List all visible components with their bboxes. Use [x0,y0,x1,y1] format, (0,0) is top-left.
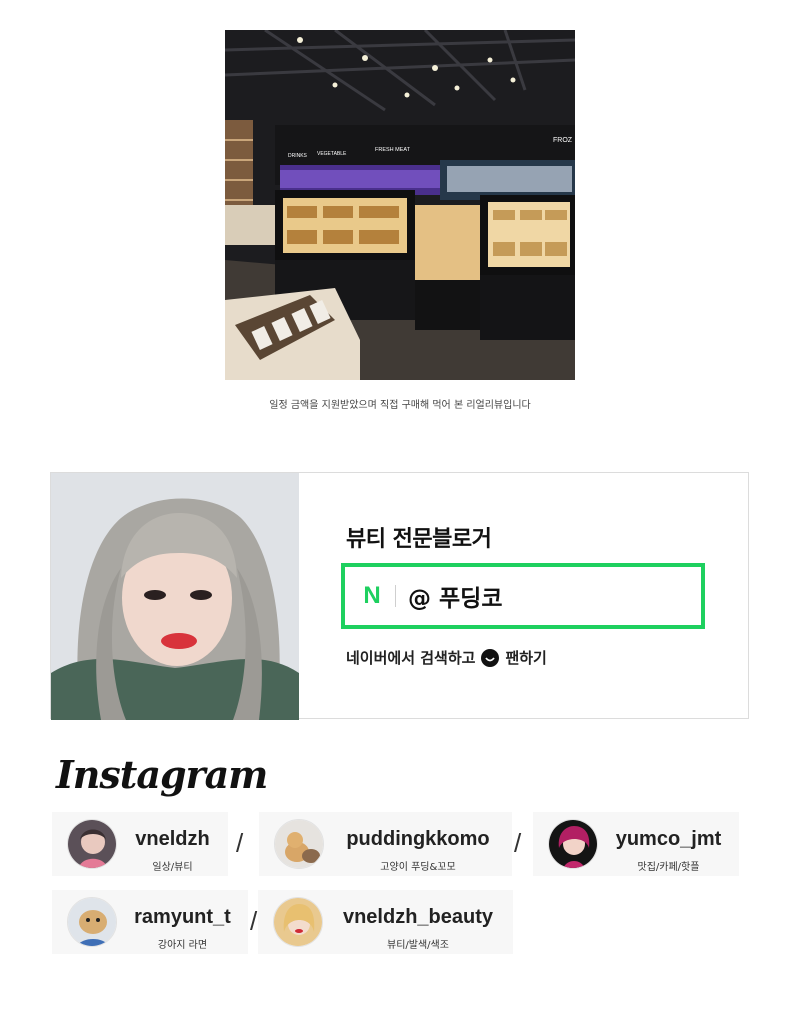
instagram-handle: vneldzh_beauty [342,906,494,928]
instagram-account-puddingkkomo[interactable]: puddingkkomo 고양이 푸딩&꼬모 [259,812,512,876]
sign-drinks: DRINKS [288,153,308,159]
instagram-account-ramyunt_t[interactable]: ramyunt_t 강아지 라면 [52,890,248,954]
naver-search-box[interactable]: N @ 푸딩코 [341,563,705,629]
avatar [67,819,117,869]
separator: / [236,828,244,858]
divider [395,585,396,607]
instagram-desc: 뷰티/발색/색조 [387,940,449,951]
instagram-handle: yumco_jmt [615,828,722,850]
sign-vegetable: VEGETABLE [317,151,347,157]
blogger-title: 뷰티 전문블로거 [346,527,492,552]
store-photo: DRINKS VEGETABLE FRESH MEAT FROZ [225,30,575,380]
instagram-account-vneldzh_beauty[interactable]: vneldzh_beauty 뷰티/발색/색조 [258,890,513,954]
avatar [273,897,323,947]
instagram-desc: 맛집/카페/핫플 [637,862,700,873]
naver-logo-icon: N [363,582,381,609]
instagram-handle: ramyunt_t [134,906,231,928]
fan-instruction: 네이버에서 검색하고 팬하기 [346,647,547,668]
separator: / [250,906,258,936]
separator: / [514,828,522,858]
avatar [274,819,324,869]
instagram-desc: 고양이 푸딩&꼬모 [380,862,456,873]
instagram-desc: 강아지 라면 [157,940,208,951]
sign-frozen: FROZ [553,137,573,144]
instagram-account-vneldzh[interactable]: vneldzh 일상/뷰티 [52,812,228,876]
instagram-handle: puddingkkomo [346,828,490,850]
avatar [548,819,598,869]
instagram-handle: vneldzh [135,828,210,850]
instagram-desc: 일상/뷰티 [152,862,193,873]
sign-fresh-meat: FRESH MEAT [375,147,411,153]
instagram-title: Instagram [56,752,268,797]
blogger-card: 뷰티 전문블로거 N @ 푸딩코 네이버에서 검색하고 팬하기 [50,472,749,720]
instagram-account-yumco_jmt[interactable]: yumco_jmt 맛집/카페/핫플 [533,812,739,876]
smile-icon [481,648,500,667]
naver-handle: @ 푸딩코 [408,586,503,612]
avatar [67,897,117,947]
blogger-portrait [51,473,299,720]
fan-text-before: 네이버에서 검색하고 [346,649,476,667]
photo-caption: 일정 금액을 지원받았으며 직접 구매해 먹어 본 리얼리뷰입니다 [269,400,531,411]
fan-text-after: 팬하기 [505,649,547,667]
